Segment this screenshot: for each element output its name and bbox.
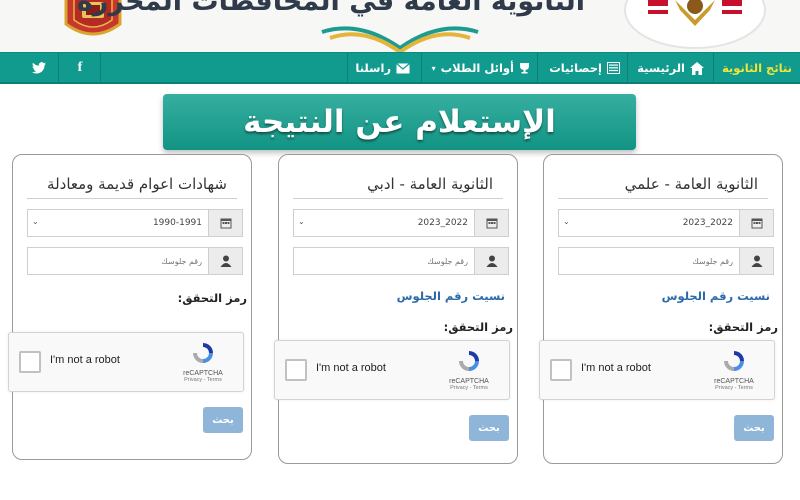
forgot-seat-link[interactable]: نسيت رقم الجلوس (662, 289, 770, 303)
site-header: الثانوية العامة في المحافظات المحررة (0, 0, 800, 52)
recaptcha-label: I'm not a robot (581, 362, 651, 374)
chevron-down-icon: ⌄ (298, 217, 305, 226)
verify-label: رمز التحقق: (443, 320, 513, 334)
recaptcha-widget: I'm not a robot reCAPTCHA Privacy - Term… (539, 340, 775, 400)
card-scientific: الثانوية العامة - علمي ⌄ 2023_2022 نسيت … (539, 154, 783, 464)
seat-number-input[interactable] (28, 256, 202, 266)
verify-label: رمز التحقق: (708, 320, 778, 334)
stats-icon (607, 62, 620, 74)
seat-number-field[interactable] (293, 247, 509, 275)
recaptcha-icon (193, 343, 213, 363)
year-select[interactable]: ⌄ 2023_2022 (558, 209, 774, 237)
user-icon (474, 248, 508, 274)
twitter-link[interactable] (30, 53, 48, 83)
year-value: 1990-1991 (152, 218, 202, 228)
year-value: 2023_2022 (682, 218, 733, 228)
page-title: الإستعلام عن النتيجة (243, 104, 556, 140)
nav-item-contact[interactable]: راسلنا (355, 53, 410, 83)
nav-item-statistics[interactable]: إحصائيات (549, 53, 620, 83)
home-icon (690, 61, 704, 75)
nav-item-home[interactable]: الرئيسية (637, 53, 704, 83)
calendar-icon (208, 210, 242, 236)
card-old-certificates: شهادات اعوام قديمة ومعادلة ⌄ 1990-1991 ر… (8, 154, 252, 460)
nav-item-top-students[interactable]: أوائل الطلاب ▾ (432, 53, 530, 83)
year-select[interactable]: ⌄ 2023_2022 (293, 209, 509, 237)
page: الثانوية العامة في المحافظات المحررة نتا… (0, 0, 800, 500)
recaptcha-icon (724, 351, 744, 371)
seat-number-input[interactable] (294, 256, 468, 266)
envelope-icon (396, 62, 410, 74)
verify-label: رمز التحقق: (177, 291, 247, 305)
recaptcha-widget: I'm not a robot reCAPTCHA Privacy - Term… (274, 340, 510, 400)
card-title: الثانوية العامة - ادبي (293, 169, 503, 199)
recaptcha-checkbox[interactable] (285, 359, 307, 381)
card-title: الثانوية العامة - علمي (558, 169, 768, 199)
nav-item-results[interactable]: نتائج الثانوية (722, 53, 792, 83)
seat-number-field[interactable] (558, 247, 774, 275)
year-select[interactable]: ⌄ 1990-1991 (27, 209, 243, 237)
user-icon (739, 248, 773, 274)
recaptcha-widget: I'm not a robot reCAPTCHA Privacy - Term… (8, 332, 244, 392)
recaptcha-checkbox[interactable] (19, 351, 41, 373)
search-button[interactable]: بحث (203, 407, 243, 433)
book-emblem (321, 26, 479, 52)
twitter-icon (32, 62, 46, 74)
yemen-emblem-logo (624, 0, 766, 49)
chevron-down-icon: ▾ (431, 63, 436, 73)
page-title-ribbon: الإستعلام عن النتيجة (163, 94, 636, 150)
recaptcha-label: I'm not a robot (316, 362, 386, 374)
recaptcha-logo: reCAPTCHA Privacy - Terms (173, 340, 233, 383)
recaptcha-checkbox[interactable] (550, 359, 572, 381)
forgot-seat-link[interactable]: نسيت رقم الجلوس (397, 289, 505, 303)
site-title: الثانوية العامة في المحافظات المحررة (76, 0, 585, 17)
search-button[interactable]: بحث (734, 415, 774, 441)
calendar-icon (739, 210, 773, 236)
trophy-icon (519, 62, 530, 74)
main-navbar: نتائج الثانوية الرئيسية إحصائيات أوائل ا… (0, 52, 800, 84)
card-title: شهادات اعوام قديمة ومعادلة (27, 169, 237, 199)
search-button[interactable]: بحث (469, 415, 509, 441)
seat-number-field[interactable] (27, 247, 243, 275)
recaptcha-logo: reCAPTCHA Privacy - Terms (704, 348, 764, 391)
year-value: 2023_2022 (417, 218, 468, 228)
card-literary: الثانوية العامة - ادبي ⌄ 2023_2022 نسيت … (274, 154, 518, 464)
facebook-link[interactable]: f (74, 53, 86, 83)
chevron-down-icon: ⌄ (32, 217, 39, 226)
seat-number-input[interactable] (559, 256, 733, 266)
user-icon (208, 248, 242, 274)
facebook-icon: f (77, 60, 83, 75)
recaptcha-icon (459, 351, 479, 371)
recaptcha-logo: reCAPTCHA Privacy - Terms (439, 348, 499, 391)
calendar-icon (474, 210, 508, 236)
recaptcha-label: I'm not a robot (50, 354, 120, 366)
chevron-down-icon: ⌄ (563, 217, 570, 226)
